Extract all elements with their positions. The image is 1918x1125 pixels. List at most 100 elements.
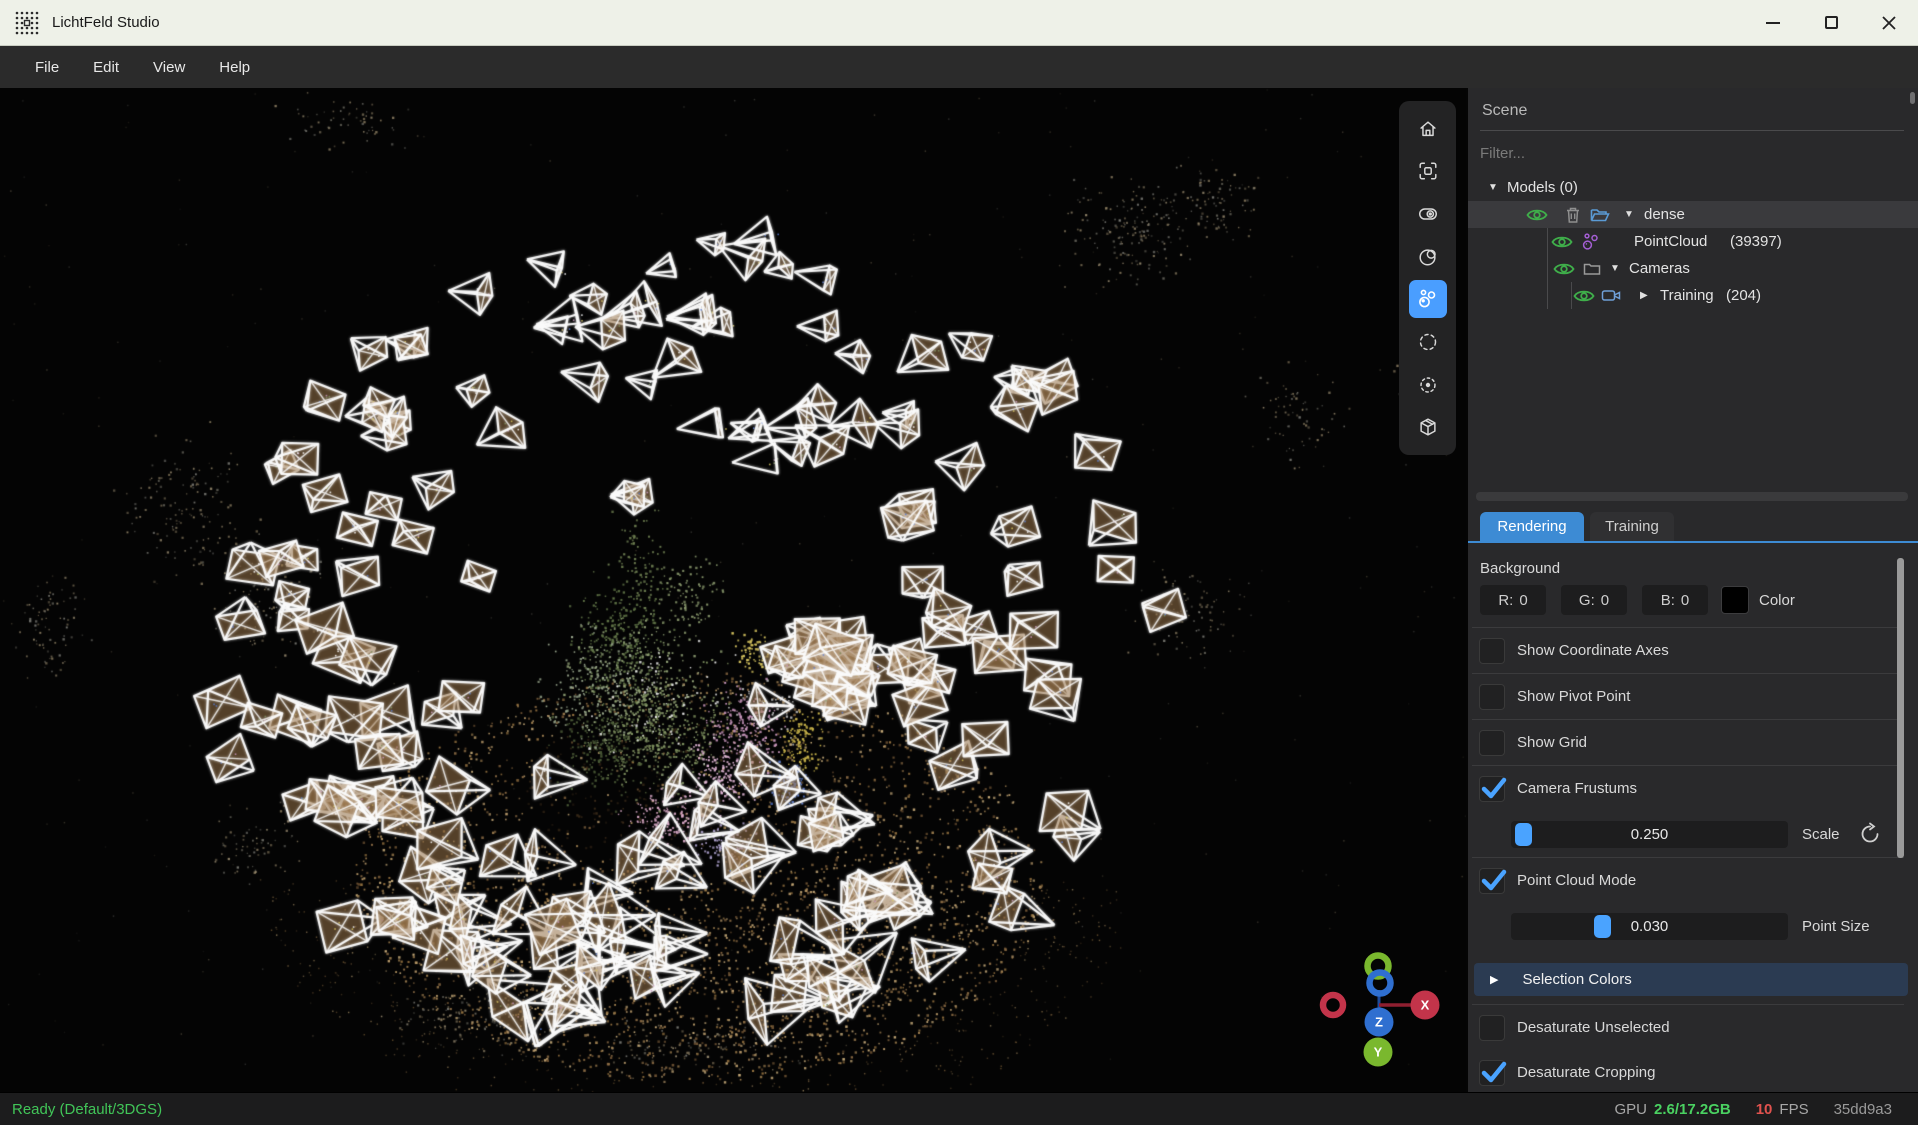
x-negative-ring[interactable] [1323,995,1343,1015]
status-bar: Ready (Default/3DGS) GPU 2.6/17.2GB 10 F… [0,1092,1918,1125]
gpu-memory-value: 2.6/17.2GB [1654,1101,1731,1118]
z-negative-ring[interactable] [1370,973,1391,994]
scene-panel-title: Scene [1482,102,1527,120]
crop-box-button[interactable] [1409,408,1447,446]
axis-gizmo[interactable]: X Z Y [1308,938,1478,1088]
pointcloud-item-icon [1581,232,1600,251]
viewport-3d[interactable] [0,88,1466,1092]
selection-center-button[interactable] [1409,366,1447,404]
menu-help[interactable]: Help [202,46,267,88]
scene-filter-input[interactable] [1480,140,1904,166]
background-rgb-row: R:0 G:0 B:0 Color [1480,585,1918,615]
camera-frustums-checkbox[interactable] [1479,776,1505,802]
folder-icon [1583,261,1601,276]
panel-scrollbar[interactable] [1897,558,1904,858]
tree-row-pointcloud[interactable]: PointCloud (39397) [1468,228,1918,255]
rendering-tab-content: Background R:0 G:0 B:0 Color Show Coordi… [1468,546,1918,1092]
splat-mode-button[interactable] [1409,238,1447,276]
panel-splitter[interactable] [1476,492,1908,501]
background-b-field[interactable]: B:0 [1642,585,1708,615]
scene-divider [1480,130,1904,131]
dense-label: dense [1644,206,1685,223]
point-cloud-mode-row: Point Cloud Mode [1468,858,1918,903]
cameras-label: Cameras [1629,260,1690,277]
tree-row-dense[interactable]: ▼ dense [1468,201,1918,228]
visibility-eye-icon[interactable] [1553,261,1575,277]
show-pivot-point-checkbox[interactable] [1479,684,1505,710]
tab-training[interactable]: Training [1590,512,1674,541]
splat-sphere-icon [1417,246,1439,268]
models-expand-arrow[interactable]: ▼ [1488,182,1498,193]
delete-trash-icon[interactable] [1565,206,1581,224]
tree-row-models[interactable]: ▼ Models (0) [1468,174,1918,201]
pointcloud-label: PointCloud [1634,233,1707,250]
dashed-circle-icon [1417,331,1439,353]
menu-view[interactable]: View [136,46,202,88]
y-axis-ball[interactable]: Y [1364,1038,1393,1067]
training-expand-arrow[interactable]: ▶ [1640,290,1648,301]
background-color-label: Color [1759,592,1795,609]
cameras-expand-arrow[interactable]: ▼ [1610,263,1620,274]
training-label: Training [1660,287,1714,304]
menu-bar: File Edit View Help [0,46,1918,88]
dashed-circle-dot-icon [1417,374,1439,396]
show-grid-checkbox[interactable] [1479,730,1505,756]
menu-file[interactable]: File [18,46,76,88]
maximize-button[interactable] [1802,0,1860,45]
close-button[interactable] [1860,0,1918,45]
selection-circle-button[interactable] [1409,323,1447,361]
frustum-scale-slider[interactable]: 0.250 [1511,821,1788,848]
status-right-group: GPU 2.6/17.2GB 10 FPS 35dd9a3 [1614,1101,1892,1118]
tree-row-training[interactable]: ▶ Training (204) [1468,282,1918,309]
tree-scrollbar[interactable] [1910,92,1915,104]
desaturate-cropping-checkbox[interactable] [1479,1060,1505,1086]
menu-edit[interactable]: Edit [76,46,136,88]
record-view-button[interactable] [1409,195,1447,233]
panel-tabs: Rendering Training [1468,512,1918,541]
refresh-scale-button[interactable] [1854,818,1886,850]
maximize-icon [1825,16,1838,29]
background-r-field[interactable]: R:0 [1480,585,1546,615]
tab-rendering[interactable]: Rendering [1480,512,1584,541]
refresh-icon [1858,822,1882,846]
dense-expand-arrow[interactable]: ▼ [1624,209,1634,220]
selection-colors-header[interactable]: ▶ Selection Colors [1474,963,1908,996]
folder-open-icon [1590,207,1610,223]
show-coordinate-axes-checkbox[interactable] [1479,638,1505,664]
frame-scene-button[interactable] [1409,152,1447,190]
desaturate-unselected-row: Desaturate Unselected [1468,1005,1918,1050]
cube-icon [1417,416,1439,438]
z-axis-ball[interactable]: Z [1365,1008,1394,1037]
window-title: LichtFeld Studio [52,14,160,31]
desaturate-unselected-checkbox[interactable] [1479,1015,1505,1041]
visibility-eye-icon[interactable] [1573,288,1595,304]
y-axis-label: Y [1374,1045,1383,1060]
checkmark-icon [1478,773,1508,803]
minimize-button[interactable] [1744,0,1802,45]
status-ready-text: Ready (Default/3DGS) [12,1101,162,1118]
camera-frustums-row: Camera Frustums [1468,766,1918,811]
background-color-swatch[interactable] [1721,586,1749,614]
point-size-label: Point Size [1802,918,1870,935]
scale-label: Scale [1802,826,1840,843]
tree-guide-line [1547,228,1548,309]
home-view-button[interactable] [1409,110,1447,148]
frame-icon [1417,160,1439,182]
selection-colors-expand-arrow[interactable]: ▶ [1490,973,1498,986]
record-toggle-icon [1417,203,1439,225]
checkmark-icon [1478,865,1508,895]
visibility-eye-icon[interactable] [1526,207,1548,223]
background-g-field[interactable]: G:0 [1561,585,1627,615]
point-cloud-mode-checkbox[interactable] [1479,868,1505,894]
x-axis-ball[interactable]: X [1411,991,1440,1020]
title-bar: LichtFeld Studio [0,0,1918,46]
point-cloud-mode-button[interactable] [1409,280,1447,318]
show-pivot-point-row: Show Pivot Point [1468,674,1918,719]
pointcloud-count: (39397) [1730,233,1782,250]
point-size-slider[interactable]: 0.030 [1511,913,1788,940]
visibility-eye-icon[interactable] [1551,234,1573,250]
video-camera-icon [1601,288,1622,303]
viewport-toolbar [1399,101,1456,455]
fps-value: 10 [1756,1101,1773,1118]
tree-row-cameras[interactable]: ▼ Cameras [1468,255,1918,282]
